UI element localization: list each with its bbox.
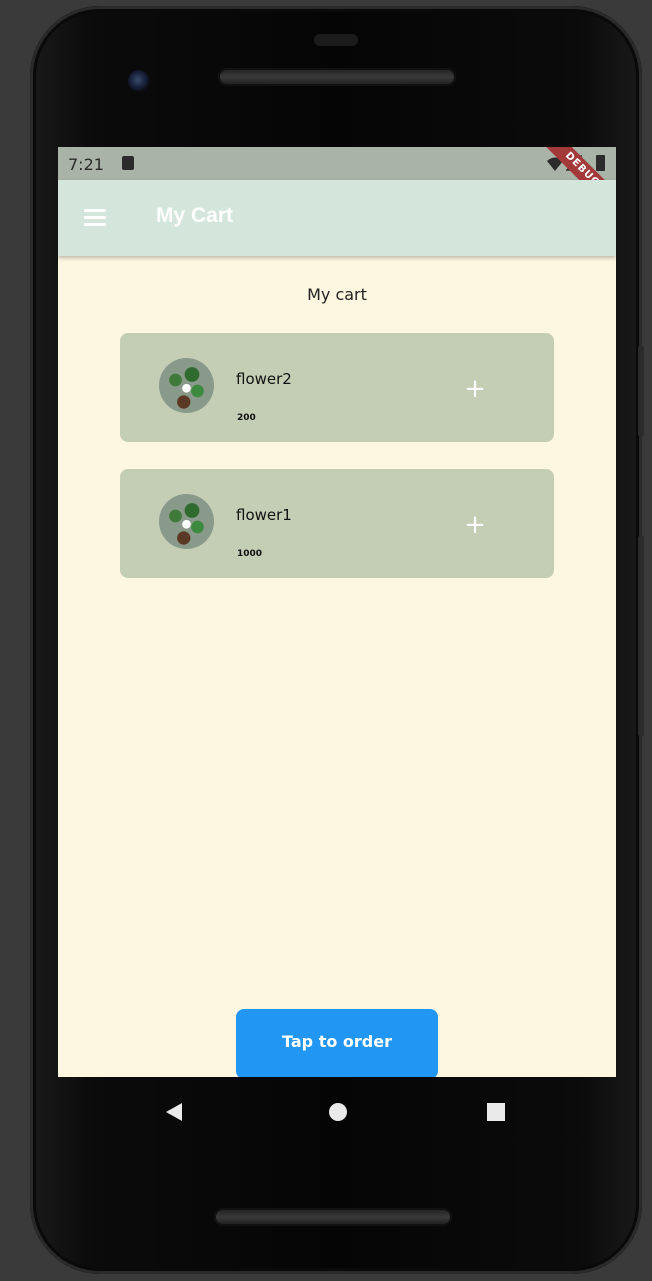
plus-icon[interactable]: + xyxy=(458,371,492,405)
home-circle-icon[interactable] xyxy=(329,1103,347,1121)
item-price: 1000 xyxy=(237,549,263,559)
cart-item: flower2 200 + xyxy=(120,333,554,442)
item-name: flower1 xyxy=(236,506,292,524)
system-nav-bar xyxy=(58,1077,616,1147)
front-camera xyxy=(128,70,150,92)
cart-heading: My cart xyxy=(307,285,367,304)
back-triangle-icon[interactable] xyxy=(166,1103,182,1121)
item-image xyxy=(159,358,214,413)
app-screen: 7:21 DEBUG My Cart My cart flower2 200 +… xyxy=(58,147,616,1077)
tap-to-order-button[interactable]: Tap to order xyxy=(236,1009,438,1077)
status-time: 7:21 xyxy=(68,155,104,174)
volume-button xyxy=(638,346,644,436)
status-bar: 7:21 DEBUG xyxy=(58,147,616,226)
item-name: flower2 xyxy=(236,370,292,388)
recents-square-icon[interactable] xyxy=(487,1103,505,1121)
battery-icon xyxy=(596,155,605,171)
item-image xyxy=(159,494,214,549)
app-bar: My Cart xyxy=(58,180,616,256)
sensor-slot xyxy=(314,34,358,46)
item-price: 200 xyxy=(237,413,256,423)
hamburger-menu-icon[interactable] xyxy=(84,209,106,226)
cart-item: flower1 1000 + xyxy=(120,469,554,578)
power-button xyxy=(638,536,644,736)
bottom-speaker xyxy=(214,1208,452,1226)
earpiece-speaker xyxy=(218,68,456,86)
plus-icon[interactable]: + xyxy=(458,507,492,541)
page-title: My Cart xyxy=(156,204,234,227)
sd-card-icon xyxy=(122,156,134,170)
